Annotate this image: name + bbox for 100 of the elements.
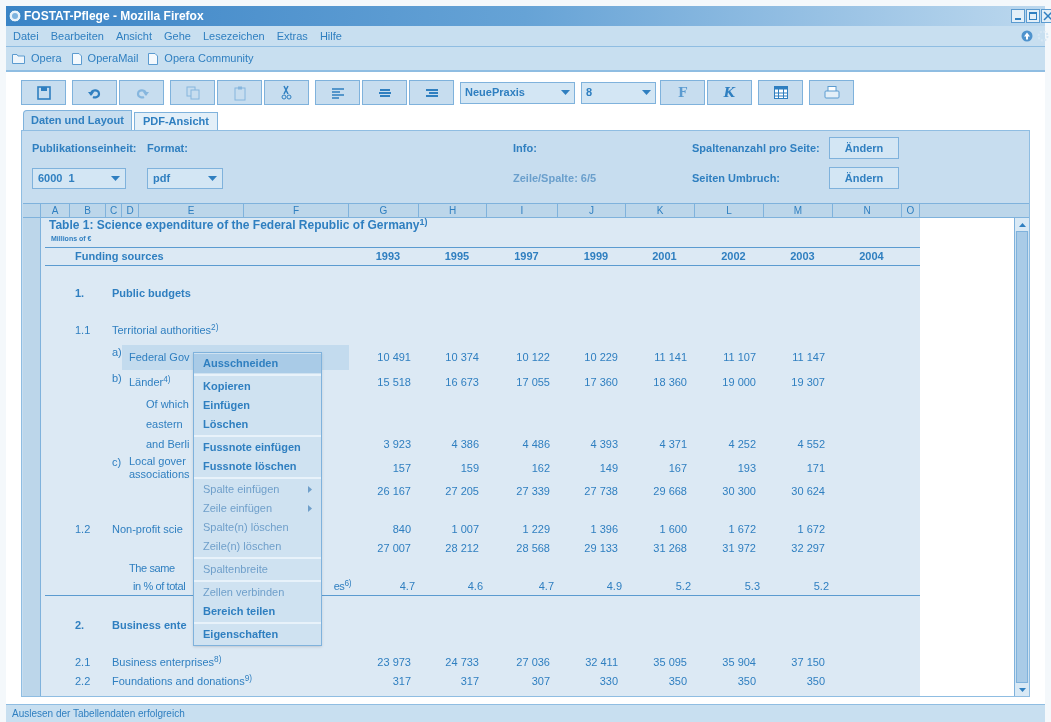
table-cell-text: 18 360 [652,375,688,391]
row-label: associations [129,468,190,481]
row-label: Non-profit scie [112,522,183,538]
row-number: 1. [75,286,85,302]
table-cell-text: 317 [391,674,412,690]
table-cell-text: 5.2 [812,579,830,595]
table-cell-text: 840 [391,522,412,538]
table-cell-text: 167 [667,460,688,476]
table-cell-text: 29 133 [583,541,619,557]
table-cell-text: 5.2 [674,579,692,595]
column-heading: Funding sources [74,249,165,265]
row-label: and Berli [146,436,190,452]
table-cell-text: 350 [667,674,688,690]
table-cell-text: 31 268 [652,541,688,557]
column-heading: 1993 [374,249,402,265]
table-cell-text: 157 [391,460,412,476]
table-cell-text: 11 147 [791,349,826,365]
table-cell-text: 4.7 [398,579,416,595]
table-cell-text: 30 300 [721,484,757,500]
table-cell-text: 19 307 [790,375,826,391]
field-label: Format: [147,140,189,156]
table-cell-text: 149 [598,460,619,476]
table-cell-text: 4 486 [521,436,551,452]
table-cell-text: 17 360 [583,375,619,391]
table-cell-text: 15 518 [376,375,412,391]
table-cell-text: 37 150 [790,655,826,671]
section-heading: Business ente [112,618,187,634]
table-cell-text: 11 107 [722,349,757,365]
column-heading: 1995 [443,249,471,265]
table-cell-text: 28 212 [444,541,480,557]
row-number: 2. [75,618,85,634]
row-label: Business enterprises$^{8)}$ [112,654,222,671]
table-cell-text: 193 [736,460,757,476]
table-cell-text: 27 036 [515,655,551,671]
table-cell-text: 10 229 [583,349,619,365]
table-cell-text: 23 973 [376,655,412,671]
table-cell-text: 27 007 [376,541,412,557]
row-label: Territorial authorities$^{2)}$ [112,322,219,339]
table-cell-text: 10 374 [444,349,480,365]
row-label: eastern [146,416,183,432]
section-heading: Public budgets [112,286,191,302]
column-heading: 1999 [582,249,610,265]
row-number: 2.1 [75,655,91,671]
table-title: Table 1: Science expenditure of the Federal Republic of Germany$^{1)}$ [48,218,429,233]
table-cell-text: 1 672 [727,522,757,538]
table-cell-text: 27 339 [515,484,551,500]
table-cell-text: 31 972 [721,541,757,557]
table-cell-text: 4 252 [727,436,757,452]
row-label: in % of total [133,579,186,595]
table-cell-text: 1 396 [589,522,619,538]
table-cell-text: 27 205 [444,484,480,500]
row-label: Of which [146,396,189,412]
table-cell-text: 32 297 [790,541,826,557]
column-heading: 2004 [858,249,885,265]
table-cell-text: 32 411 [584,655,619,671]
table-cell-text: 4.9 [605,579,623,595]
table-cell-text: 10 122 [515,349,551,365]
field-label: Publikationseinheit: [32,140,138,156]
status-text: Auslesen der Tabellendaten erfolgreich [12,707,185,721]
row-label: Foundations and donations$^{9)}$ [112,673,253,690]
table-cell-text: 307 [530,674,551,690]
row-letter: a) [112,345,122,360]
column-heading: 2001 [651,249,678,265]
table-cell-text: 330 [598,674,619,690]
row-number: 2.2 [75,674,91,690]
table-cell-text: 317 [459,674,480,690]
table-cell-text: 350 [805,674,826,690]
table-cell-text: 30 624 [790,484,826,500]
table-cell-text: 11 141 [653,349,688,365]
field-label: Seiten Umbruch: [692,170,781,186]
table-cell-text: 19 000 [721,375,757,391]
table-cell-text: 162 [530,460,551,476]
table-cell-text: 28 568 [515,541,551,557]
table-cell-text: 16 673 [444,375,480,391]
row-label: es$^{6)}$ [333,578,352,595]
row-label: Federal Gov [129,350,190,364]
table-cell-text: 27 738 [583,484,619,500]
table-cell-text: 10 491 [376,349,412,365]
row-label: Local gover [129,455,186,468]
row-label: The same [129,560,175,576]
column-heading: 2003 [789,249,816,265]
table-cell-text: 1 229 [521,522,551,538]
window-title: FOSTAT-Pflege - Mozilla Firefox [24,8,204,25]
table-cell-text: 4 386 [450,436,480,452]
table-cell-text: 4 371 [658,436,688,452]
table-cell-text: 4.7 [537,579,555,595]
table-cell-text: 29 668 [652,484,688,500]
table-cell-text: 24 733 [444,655,480,671]
column-heading: 2002 [720,249,747,265]
table-cell-text: 1 600 [658,522,688,538]
info-text: Zeile/Spalte: 6/5 [513,170,598,186]
column-heading: 1997 [513,249,540,265]
row-number: 1.1 [75,323,91,339]
table-cell-text: 35 904 [721,655,757,671]
table-cell-text: 4 552 [796,436,826,452]
table-cell-text: 1 672 [796,522,826,538]
table-cell-text: 159 [459,460,480,476]
field-label: Info: [513,140,538,156]
table-cell-text: 1 007 [450,522,480,538]
table-cell-text: 17 055 [515,375,551,391]
